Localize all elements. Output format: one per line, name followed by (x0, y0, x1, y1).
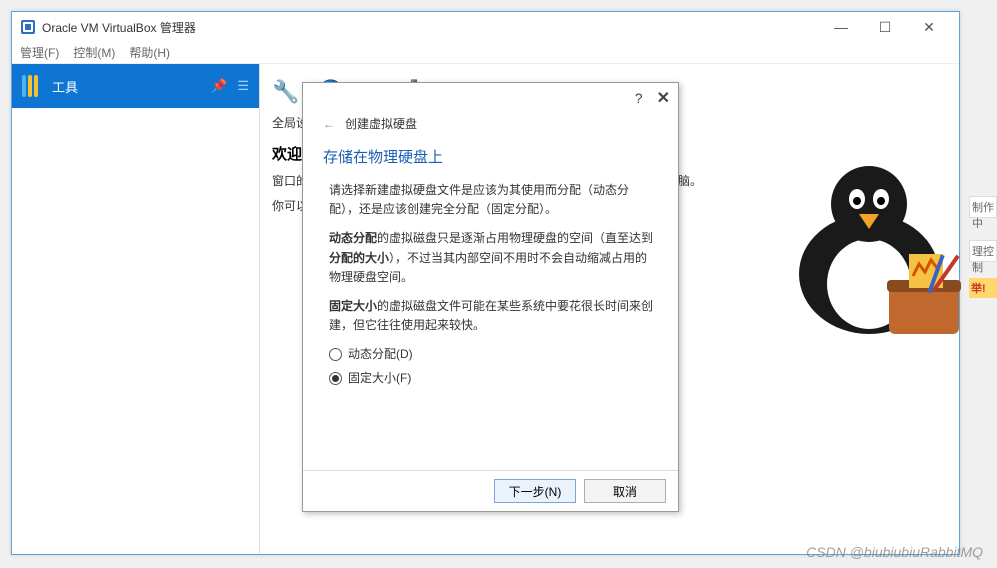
virtualbox-icon (20, 19, 36, 35)
radio-fixed[interactable]: 固定大小(F) (329, 369, 658, 388)
sidebar: 工具 📌 ☰ (12, 64, 260, 554)
radio-icon (329, 348, 342, 361)
radio-icon-checked (329, 372, 342, 385)
menu-help[interactable]: 帮助(H) (129, 44, 170, 61)
dialog-titlebar: ? ✕ (303, 83, 678, 113)
tools-icon (22, 75, 38, 97)
dialog-help-button[interactable]: ? (635, 90, 643, 106)
dialog-footer: 下一步(N) 取消 (303, 470, 678, 511)
penguin-illustration (759, 134, 979, 354)
menu-control[interactable]: 控制(M) (73, 44, 115, 61)
menu-file[interactable]: 管理(F) (20, 44, 59, 61)
tools-label: 工具 (52, 77, 78, 96)
dialog-paragraph-3: 固定大小的虚拟磁盘文件可能在某些系统中要花很长时间来创建，但它往往使用起来较快。 (329, 297, 658, 335)
next-button[interactable]: 下一步(N) (494, 479, 576, 503)
back-arrow-icon: ← (323, 117, 335, 131)
radio-dynamic-label: 动态分配(D) (348, 345, 413, 364)
dialog-heading: 存储在物理硬盘上 (323, 146, 658, 167)
pin-icon[interactable]: 📌 (211, 78, 227, 94)
menubar: 管理(F) 控制(M) 帮助(H) (12, 42, 959, 64)
radio-dynamic[interactable]: 动态分配(D) (329, 345, 658, 364)
dialog-subtitle: 创建虚拟硬盘 (345, 115, 417, 132)
dialog-paragraph-1: 请选择新建虚拟硬盘文件是应该为其使用而分配（动态分配），还是应该创建完全分配（固… (329, 181, 658, 219)
dialog-back-row[interactable]: ← 创建虚拟硬盘 (323, 115, 658, 132)
watermark: CSDN @biubiubiuRabbitMQ (806, 544, 983, 560)
titlebar: Oracle VM VirtualBox 管理器 — ☐ ✕ (12, 12, 959, 42)
close-button[interactable]: ✕ (907, 13, 951, 41)
cancel-button[interactable]: 取消 (584, 479, 666, 503)
radio-fixed-label: 固定大小(F) (348, 369, 411, 388)
maximize-button[interactable]: ☐ (863, 13, 907, 41)
dialog-close-button[interactable]: ✕ (657, 88, 670, 108)
window-title: Oracle VM VirtualBox 管理器 (42, 19, 196, 36)
tools-item[interactable]: 工具 📌 ☰ (12, 64, 259, 108)
settings-icon[interactable]: 🔧 (272, 79, 299, 105)
create-hdd-dialog: ? ✕ ← 创建虚拟硬盘 存储在物理硬盘上 请选择新建虚拟硬盘文件是应该为其使用… (302, 82, 679, 512)
list-icon[interactable]: ☰ (237, 78, 249, 94)
minimize-button[interactable]: — (819, 13, 863, 41)
dialog-paragraph-2: 动态分配的虚拟磁盘只是逐渐占用物理硬盘的空间（直至达到分配的大小），不过当其内部… (329, 229, 658, 287)
